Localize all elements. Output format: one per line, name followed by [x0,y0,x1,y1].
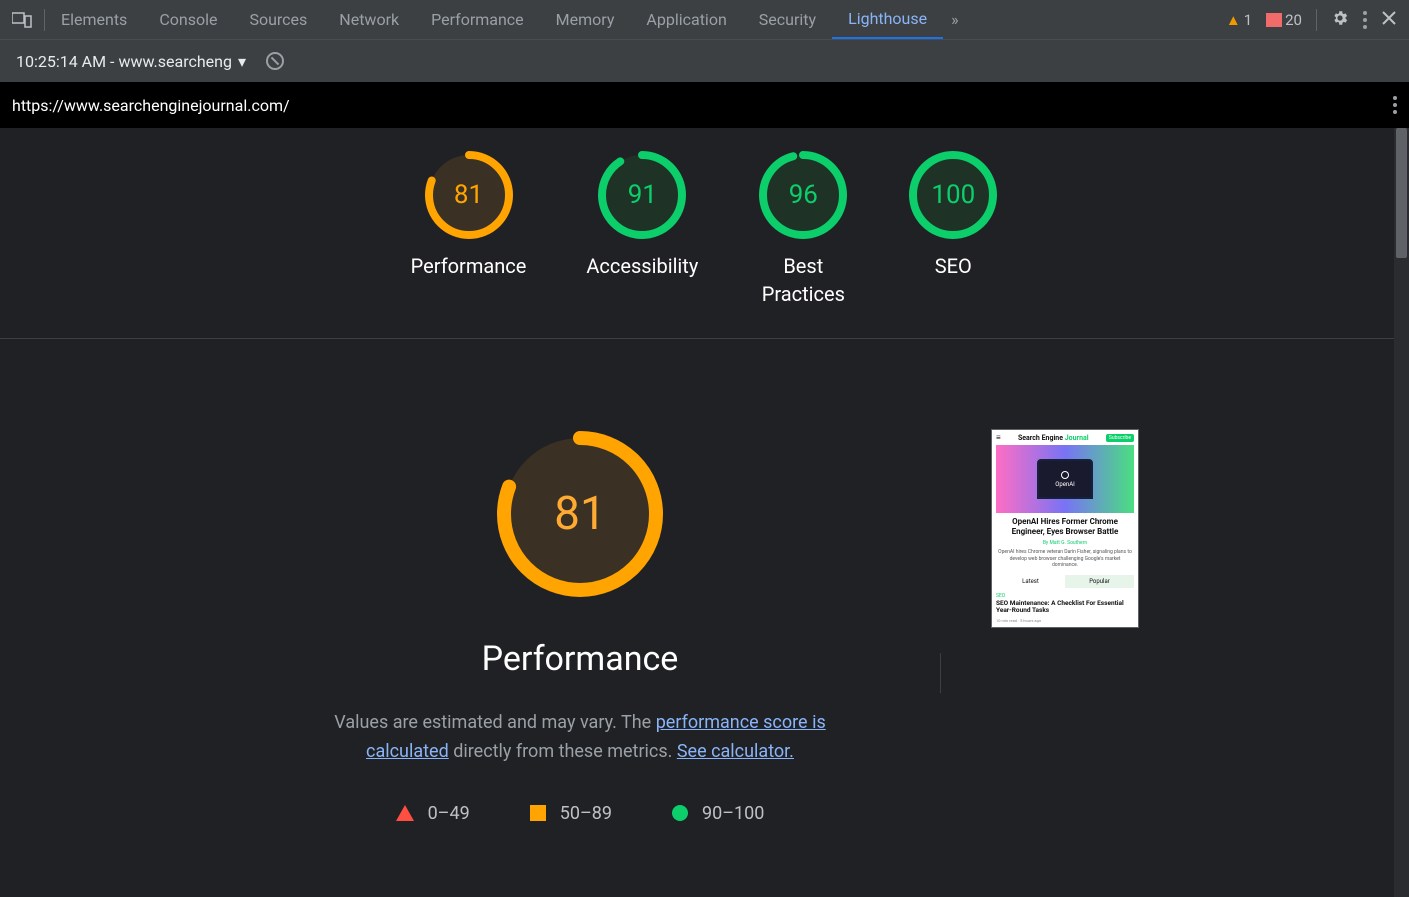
gauge-performance-circle: 81 [424,150,514,240]
legend-fail: 0–49 [396,803,470,824]
gauge-best-practices-label: Best Practices [762,252,845,308]
openai-icon [1061,471,1069,479]
thumb-summary: OpenAI hires Chrome veteran Darin Fisher… [992,546,1138,572]
legend-pass-label: 90–100 [702,803,764,824]
url-bar: https://www.searchenginejournal.com/ [0,82,1409,128]
clear-icon[interactable] [266,52,284,70]
triangle-icon [396,805,414,821]
tab-console[interactable]: Console [143,0,233,39]
gauge-seo-label: SEO [935,252,972,280]
gauge-best-practices-circle: 96 [758,150,848,240]
gauge-seo-circle: 100 [908,150,998,240]
report-dropdown-text: 10:25:14 AM - www.searcheng [16,52,232,71]
legend-fail-label: 0–49 [428,803,470,824]
thumb-post-category: SEO [992,591,1138,599]
report-menu-icon[interactable] [1393,96,1397,114]
big-gauge-score: 81 [495,429,665,599]
gauge-accessibility[interactable]: 91 Accessibility [586,150,698,308]
tab-network[interactable]: Network [323,0,415,39]
scrollbar[interactable] [1394,128,1409,897]
tab-sources[interactable]: Sources [233,0,323,39]
page-screenshot-thumbnail[interactable]: ≡ Search Engine Journal Subscribe OpenAI… [991,429,1139,628]
thumb-hero: OpenAI [996,445,1134,513]
topbar-right: ▲ 1 20 [1226,0,1409,39]
more-tabs-button[interactable]: » [943,0,967,39]
kebab-menu-icon[interactable] [1363,11,1367,29]
thumb-hero-graphic: OpenAI [1037,459,1093,499]
device-toggle-icon[interactable] [0,12,44,28]
divider [1316,9,1317,31]
thumb-tab-popular: Popular [1065,575,1134,588]
thumb-subscribe: Subscribe [1106,434,1134,442]
tab-application[interactable]: Application [630,0,742,39]
error-icon [1266,13,1282,27]
settings-icon[interactable] [1331,9,1349,31]
error-count: 20 [1285,11,1302,29]
tab-elements[interactable]: Elements [45,0,143,39]
openai-label: OpenAI [1055,481,1075,488]
vertical-divider [940,653,941,693]
thumb-header: ≡ Search Engine Journal Subscribe [992,430,1138,445]
square-icon [530,805,546,821]
lighthouse-toolbar: 10:25:14 AM - www.searcheng ▾ [0,40,1409,82]
gauge-best-practices-score: 96 [758,150,848,240]
gauge-seo-score: 100 [908,150,998,240]
chevron-down-icon: ▾ [238,52,246,71]
legend-avg: 50–89 [530,803,612,824]
gauge-accessibility-label: Accessibility [586,252,698,280]
gauge-accessibility-score: 91 [597,150,687,240]
audited-url: https://www.searchenginejournal.com/ [12,96,290,115]
tab-performance[interactable]: Performance [415,0,540,39]
thumb-tab-latest: Latest [996,575,1065,588]
thumb-site-title: Search Engine Journal [1018,434,1089,442]
detail-description: Values are estimated and may vary. The p… [330,709,830,767]
gauge-best-practices[interactable]: 96 Best Practices [758,150,848,308]
gauge-performance-label: Performance [411,252,527,280]
thumb-post-title: SEO Maintenance: A Checklist For Essenti… [992,599,1138,617]
big-gauge: 81 [495,429,665,599]
tab-lighthouse[interactable]: Lighthouse [832,0,943,39]
warning-count: 1 [1244,11,1252,29]
circle-icon [672,805,688,821]
devtools-tabs: Elements Console Sources Network Perform… [45,0,967,39]
link-see-calculator[interactable]: See calculator. [677,741,794,762]
gauge-performance[interactable]: 81 Performance [411,150,527,308]
warnings-badge[interactable]: ▲ 1 [1226,11,1252,29]
gauge-accessibility-circle: 91 [597,150,687,240]
detail-right: ≡ Search Engine Journal Subscribe OpenAI… [991,429,1139,897]
scrollbar-thumb[interactable] [1396,128,1407,258]
tab-memory[interactable]: Memory [540,0,631,39]
thumb-tabs: Latest Popular [996,575,1134,588]
thumb-post-meta: 10 min read · 5 hours ago [992,616,1138,627]
errors-badge[interactable]: 20 [1266,11,1302,29]
detail-left: 81 Performance Values are estimated and … [270,429,890,897]
gauges-row: 81 Performance 91 Accessibility 96 Best … [0,128,1409,339]
desc-text-pre: Values are estimated and may vary. The [334,712,655,733]
report-dropdown[interactable]: 10:25:14 AM - www.searcheng ▾ [8,52,254,71]
close-icon[interactable] [1381,10,1397,30]
gauge-seo[interactable]: 100 SEO [908,150,998,308]
legend-pass: 90–100 [672,803,764,824]
detail-title: Performance [482,639,679,679]
thumb-headline: OpenAI Hires Former Chrome Engineer, Eye… [992,513,1138,540]
warning-icon: ▲ [1226,11,1241,29]
score-legend: 0–49 50–89 90–100 [396,803,765,824]
performance-detail: 81 Performance Values are estimated and … [0,339,1409,897]
report-content: 81 Performance 91 Accessibility 96 Best … [0,128,1409,897]
legend-avg-label: 50–89 [560,803,612,824]
gauge-performance-score: 81 [424,150,514,240]
devtools-topbar: Elements Console Sources Network Perform… [0,0,1409,40]
tab-security[interactable]: Security [743,0,832,39]
hamburger-icon: ≡ [996,433,1001,442]
desc-text-mid: directly from these metrics. [449,741,677,762]
